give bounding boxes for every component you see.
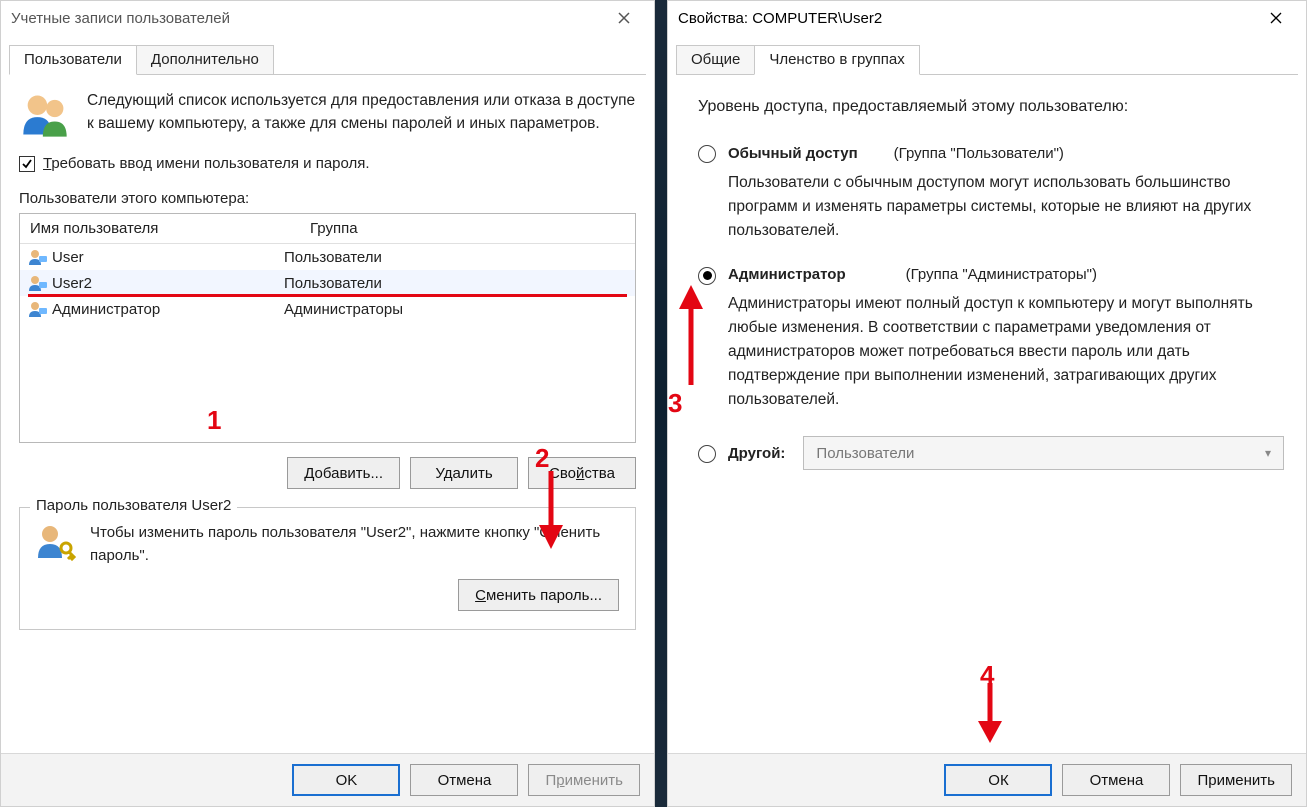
- radio-standard[interactable]: [698, 145, 716, 163]
- require-login-label[interactable]: Требовать ввод имени пользователя и паро…: [43, 155, 370, 172]
- tab-users[interactable]: Пользователи: [9, 45, 137, 75]
- tabs-left: Пользователи Дополнительно: [9, 45, 646, 75]
- users-list-label: Пользователи этого компьютера:: [19, 190, 636, 207]
- tab-advanced[interactable]: Дополнительно: [136, 45, 274, 74]
- close-icon[interactable]: [604, 4, 644, 32]
- list-item[interactable]: User Пользователи: [20, 244, 635, 270]
- tab-general[interactable]: Общие: [676, 45, 755, 74]
- annotation-number: 3: [668, 383, 682, 423]
- users-icon: [19, 89, 71, 141]
- cancel-button[interactable]: Отмена: [1062, 764, 1170, 796]
- opt-admin-desc: Администраторы имеют полный доступ к ком…: [728, 292, 1284, 412]
- access-level-label: Уровень доступа, предоставляемый этому п…: [698, 95, 1284, 120]
- opt-admin-group: (Группа "Администраторы"): [906, 263, 1097, 286]
- opt-standard-group: (Группа "Пользователи"): [894, 142, 1064, 165]
- close-icon[interactable]: [1256, 4, 1296, 32]
- dialog-footer-left: OK Отмена Применить: [1, 753, 654, 806]
- radio-other[interactable]: [698, 445, 716, 463]
- radio-admin[interactable]: [698, 267, 716, 285]
- user-icon: [28, 274, 48, 292]
- window-title: Учетные записи пользователей: [11, 10, 230, 27]
- annotation-arrow-down-icon: [970, 683, 1010, 745]
- ok-button[interactable]: ОК: [944, 764, 1052, 796]
- dialog-footer-right: ОК Отмена Применить: [668, 753, 1306, 806]
- key-user-icon: [36, 522, 76, 562]
- titlebar-left: Учетные записи пользователей: [1, 1, 654, 35]
- properties-button[interactable]: Свойства: [528, 457, 636, 489]
- require-login-checkbox[interactable]: [19, 156, 35, 172]
- intro-text: Следующий список используется для предос…: [87, 89, 636, 141]
- password-text: Чтобы изменить пароль пользователя "User…: [90, 522, 619, 567]
- remove-button[interactable]: Удалить: [410, 457, 518, 489]
- list-item[interactable]: Администратор Администраторы: [20, 296, 635, 322]
- password-groupbox: Пароль пользователя User2 Чтобы изменить…: [19, 507, 636, 630]
- apply-button[interactable]: Применить: [528, 764, 640, 796]
- titlebar-right: Свойства: COMPUTER\User2: [668, 1, 1306, 35]
- opt-standard-desc: Пользователи с обычным доступом могут ис…: [728, 171, 1284, 243]
- user-icon: [28, 248, 48, 266]
- chevron-down-icon: ▾: [1265, 444, 1271, 463]
- users-listbox[interactable]: Имя пользователя Группа User Пользовател…: [19, 213, 636, 443]
- add-button[interactable]: Добавить...: [287, 457, 400, 489]
- window-separator: [655, 0, 667, 807]
- password-group-title: Пароль пользователя User2: [30, 497, 237, 514]
- opt-other-title: Другой:: [728, 442, 785, 465]
- col-username[interactable]: Имя пользователя: [20, 214, 300, 243]
- apply-button[interactable]: Применить: [1180, 764, 1292, 796]
- window-title: Свойства: COMPUTER\User2: [678, 10, 882, 27]
- opt-admin-title: Администратор: [728, 263, 846, 286]
- cancel-button[interactable]: Отмена: [410, 764, 518, 796]
- combo-value: Пользователи: [816, 442, 914, 465]
- user-icon: [28, 300, 48, 318]
- tab-membership[interactable]: Членство в группах: [754, 45, 919, 75]
- opt-standard-title: Обычный доступ: [728, 142, 858, 165]
- ok-button[interactable]: OK: [292, 764, 400, 796]
- annotation-arrow-up-icon: [671, 285, 711, 385]
- list-item[interactable]: User2 Пользователи: [20, 270, 635, 296]
- tabs-right: Общие Членство в группах: [676, 45, 1298, 75]
- user-accounts-dialog: Учетные записи пользователей Пользовател…: [0, 0, 655, 807]
- user-properties-dialog: Свойства: COMPUTER\User2 Общие Членство …: [667, 0, 1307, 807]
- other-group-combo[interactable]: Пользователи ▾: [803, 436, 1284, 470]
- annotation-number: 4: [980, 655, 994, 695]
- change-password-button[interactable]: Сменить пароль...: [458, 579, 619, 611]
- col-group[interactable]: Группа: [300, 214, 635, 243]
